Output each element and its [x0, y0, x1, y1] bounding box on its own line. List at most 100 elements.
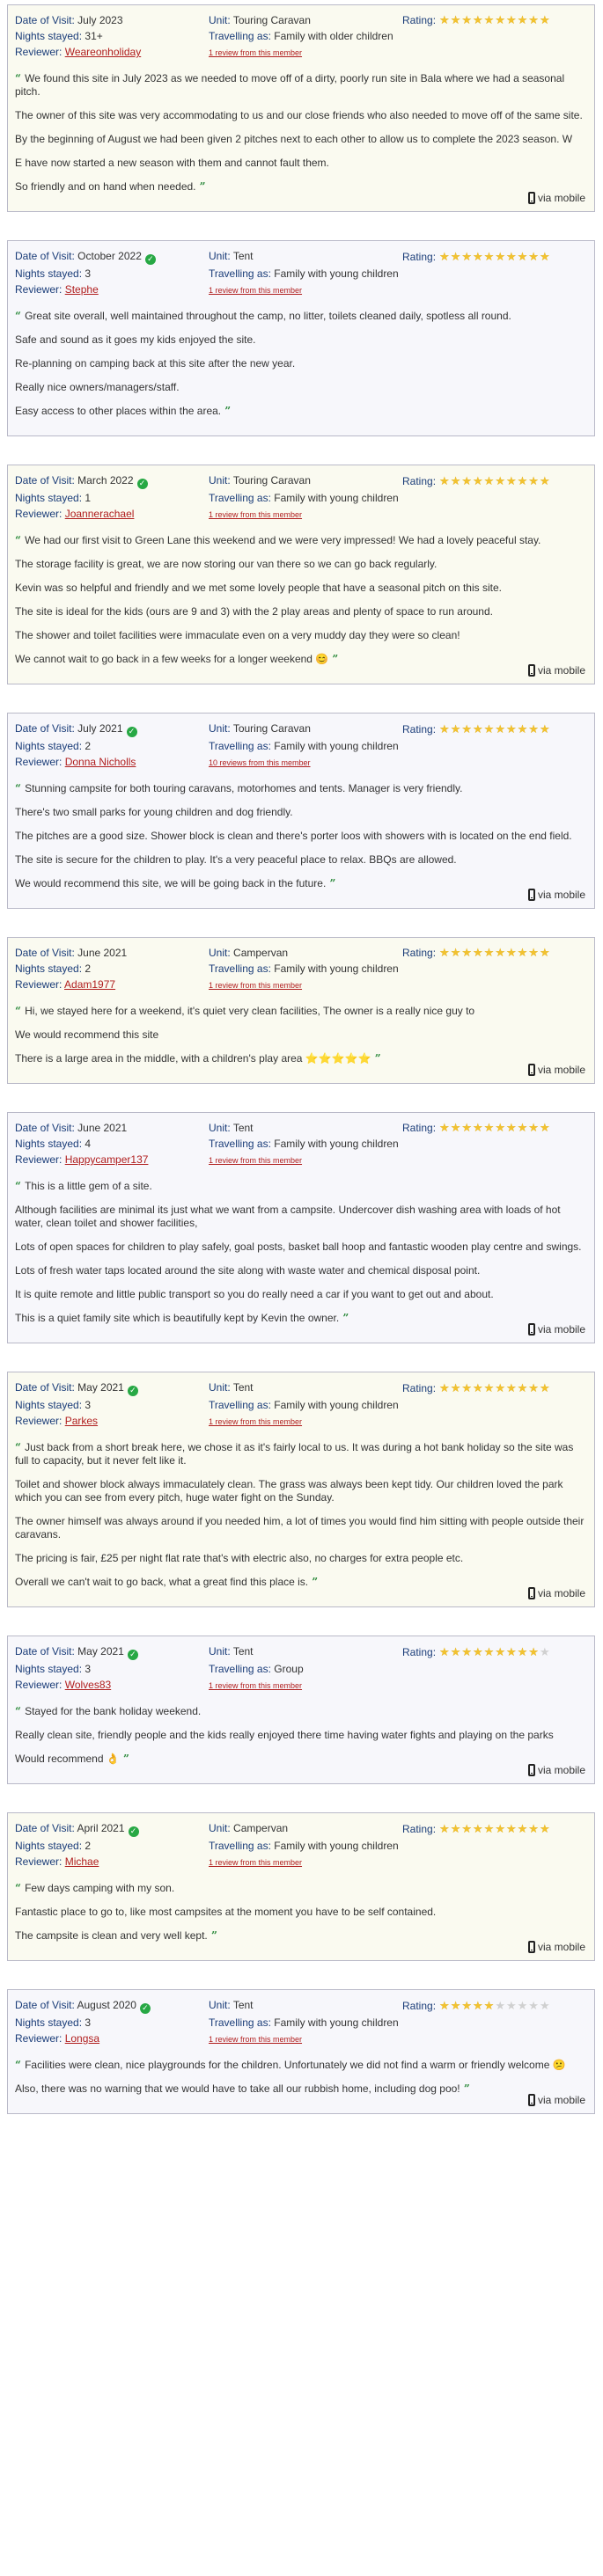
member-reviews-link[interactable]: 1 review from this member	[209, 286, 302, 295]
member-reviews-link[interactable]: 1 review from this member	[209, 1417, 302, 1426]
star-icon: ★	[473, 251, 483, 264]
member-reviews-link[interactable]: 1 review from this member	[209, 1156, 302, 1165]
star-icon: ★	[528, 947, 539, 960]
date-label: Date of Visit:	[15, 250, 75, 262]
member-reviews-link[interactable]: 1 review from this member	[209, 510, 302, 519]
rating-row: Rating: ★ ★ ★ ★ ★ ★ ★ ★ ★ ★	[402, 474, 587, 489]
star-icon: ★	[528, 2000, 539, 2013]
reviewer-link[interactable]: Longsa	[65, 2032, 99, 2045]
travelling-label: Travelling as:	[209, 1399, 271, 1411]
review-text: The storage facility is great, we are no…	[15, 558, 438, 570]
mobile-phone-icon	[527, 1587, 535, 1599]
unit-value: Touring Caravan	[232, 14, 311, 26]
star-icon: ★	[528, 1646, 539, 1659]
reviewer-link[interactable]: Stephe	[65, 283, 99, 296]
nights-label: Nights stayed:	[15, 30, 83, 42]
review-text: Fantastic place to go to, like most camp…	[15, 1906, 437, 1918]
close-quote-icon: ”	[328, 653, 339, 665]
star-icon: ★	[483, 1382, 495, 1395]
review-text: The pitches are a good size. Shower bloc…	[15, 830, 572, 842]
nights-label: Nights stayed:	[15, 1663, 83, 1675]
unit-value: Tent	[232, 1381, 254, 1394]
star-rating: ★ ★ ★ ★ ★ ★ ★ ★ ★ ★	[439, 724, 550, 735]
travelling-label: Travelling as:	[209, 267, 271, 280]
review-text: Few days camping with my son.	[25, 1882, 175, 1894]
review-text: So friendly and on hand when needed.	[15, 180, 196, 193]
review-paragraph: “ This is a little gem of a site.	[15, 1180, 587, 1193]
nights-label: Nights stayed:	[15, 962, 83, 975]
open-quote-icon: “	[15, 534, 26, 546]
star-rating: ★ ★ ★ ★ ★ ★ ★ ★ ★ ★	[439, 1383, 550, 1394]
star-icon: ★	[461, 1382, 472, 1395]
reviewer-row: Reviewer: Longsa	[15, 2032, 209, 2046]
reviewer-link[interactable]: Adam1977	[64, 978, 115, 991]
member-reviews-link[interactable]: 10 reviews from this member	[209, 758, 311, 767]
rating-label: Rating:	[402, 1122, 437, 1134]
visit-date-row: Date of Visit: May 2021 ✓	[15, 1381, 209, 1396]
reviewer-link[interactable]: Michae	[65, 1855, 99, 1868]
close-quote-icon: ”	[326, 877, 336, 889]
reviewer-link[interactable]: Parkes	[65, 1415, 98, 1427]
star-rating: ★ ★ ★ ★ ★ ★ ★ ★ ★ ★	[439, 948, 550, 959]
review-paragraph: Kevin was so helpful and friendly and we…	[15, 582, 587, 595]
travelling-label: Travelling as:	[209, 1138, 271, 1150]
review-text: We would recommend this site, we will be…	[15, 877, 327, 889]
visit-date: May 2021	[77, 1645, 124, 1658]
star-icon: ★	[450, 251, 461, 264]
star-rating: ★ ★ ★ ★ ★ ★ ★ ★ ★ ★	[439, 252, 550, 263]
nights-row: Nights stayed: 1	[15, 492, 209, 505]
unit-label: Unit:	[209, 1822, 231, 1834]
member-reviews-row: 1 review from this member	[209, 1415, 402, 1429]
open-quote-icon: “	[15, 1705, 26, 1717]
star-rating: ★ ★ ★ ★ ★ ★ ★ ★ ★ ★	[439, 1824, 550, 1835]
verified-check-icon: ✓	[127, 1386, 138, 1396]
star-icon: ★	[505, 251, 517, 264]
via-mobile-label: via mobile	[537, 664, 585, 677]
via-mobile: via mobile	[527, 2094, 585, 2106]
member-reviews-link[interactable]: 1 review from this member	[209, 1681, 302, 1690]
review-card: Date of Visit: April 2021 ✓ Unit: Camperv…	[7, 1812, 595, 1961]
review-body: “ Just back from a short break here, we …	[15, 1441, 587, 1589]
member-reviews-row: 1 review from this member	[209, 1153, 402, 1167]
star-icon: ★	[517, 475, 528, 488]
member-reviews-link[interactable]: 1 review from this member	[209, 48, 302, 57]
reviewer-link[interactable]: Happycamper137	[65, 1153, 149, 1166]
member-reviews-link[interactable]: 1 review from this member	[209, 981, 302, 990]
review-paragraph: The site is secure for the children to p…	[15, 853, 587, 867]
review-paragraph: “ We found this site in July 2023 as we …	[15, 72, 587, 99]
review-card: Date of Visit: May 2021 ✓ Unit: Tent Rati…	[7, 1636, 595, 1784]
review-text: Really clean site, friendly people and t…	[15, 1729, 554, 1741]
reviewer-row: Reviewer: Weareonholiday	[15, 46, 209, 60]
visit-date-row: Date of Visit: March 2022 ✓	[15, 474, 209, 489]
reviewer-link[interactable]: Joannerachael	[65, 508, 135, 520]
star-icon: ★	[461, 723, 472, 736]
member-reviews-row: 1 review from this member	[209, 2032, 402, 2046]
visit-date: April 2021	[77, 1822, 125, 1834]
review-paragraph: Overall we can't wait to go back, what a…	[15, 1576, 587, 1589]
reviewer-link[interactable]: Wolves83	[65, 1679, 111, 1691]
review-paragraph: Although facilities are minimal its just…	[15, 1204, 587, 1230]
unit-value: Touring Caravan	[232, 474, 311, 487]
star-icon: ★	[528, 251, 539, 264]
close-quote-icon: ”	[195, 180, 206, 193]
review-meta: Date of Visit: April 2021 ✓ Unit: Camperv…	[15, 1822, 587, 1870]
nights-row: Nights stayed: 4	[15, 1138, 209, 1151]
rating-label: Rating:	[402, 1382, 437, 1394]
star-icon: ★	[439, 1823, 450, 1836]
review-paragraph: Really clean site, friendly people and t…	[15, 1729, 587, 1742]
star-icon: ★	[528, 1823, 539, 1836]
reviewer-link[interactable]: Weareonholiday	[65, 46, 142, 58]
via-mobile: via mobile	[527, 1764, 585, 1776]
reviewer-link[interactable]: Donna Nicholls	[65, 756, 136, 768]
review-text: Overall we can't wait to go back, what a…	[15, 1576, 309, 1588]
review-paragraph: Toilet and shower block always immaculat…	[15, 1478, 587, 1504]
member-reviews-link[interactable]: 1 review from this member	[209, 2035, 302, 2044]
review-body: “ Few days camping with my son. Fantastic…	[15, 1882, 587, 1943]
reviewer-label: Reviewer:	[15, 978, 63, 991]
member-reviews-link[interactable]: 1 review from this member	[209, 1858, 302, 1867]
travelling-value: Family with young children	[274, 962, 399, 975]
travelling-value: Family with young children	[274, 492, 399, 504]
close-quote-icon: ”	[460, 2082, 470, 2095]
rating-row: Rating: ★ ★ ★ ★ ★ ★ ★ ★ ★ ★	[402, 1822, 587, 1837]
rating-label: Rating:	[402, 1823, 437, 1835]
